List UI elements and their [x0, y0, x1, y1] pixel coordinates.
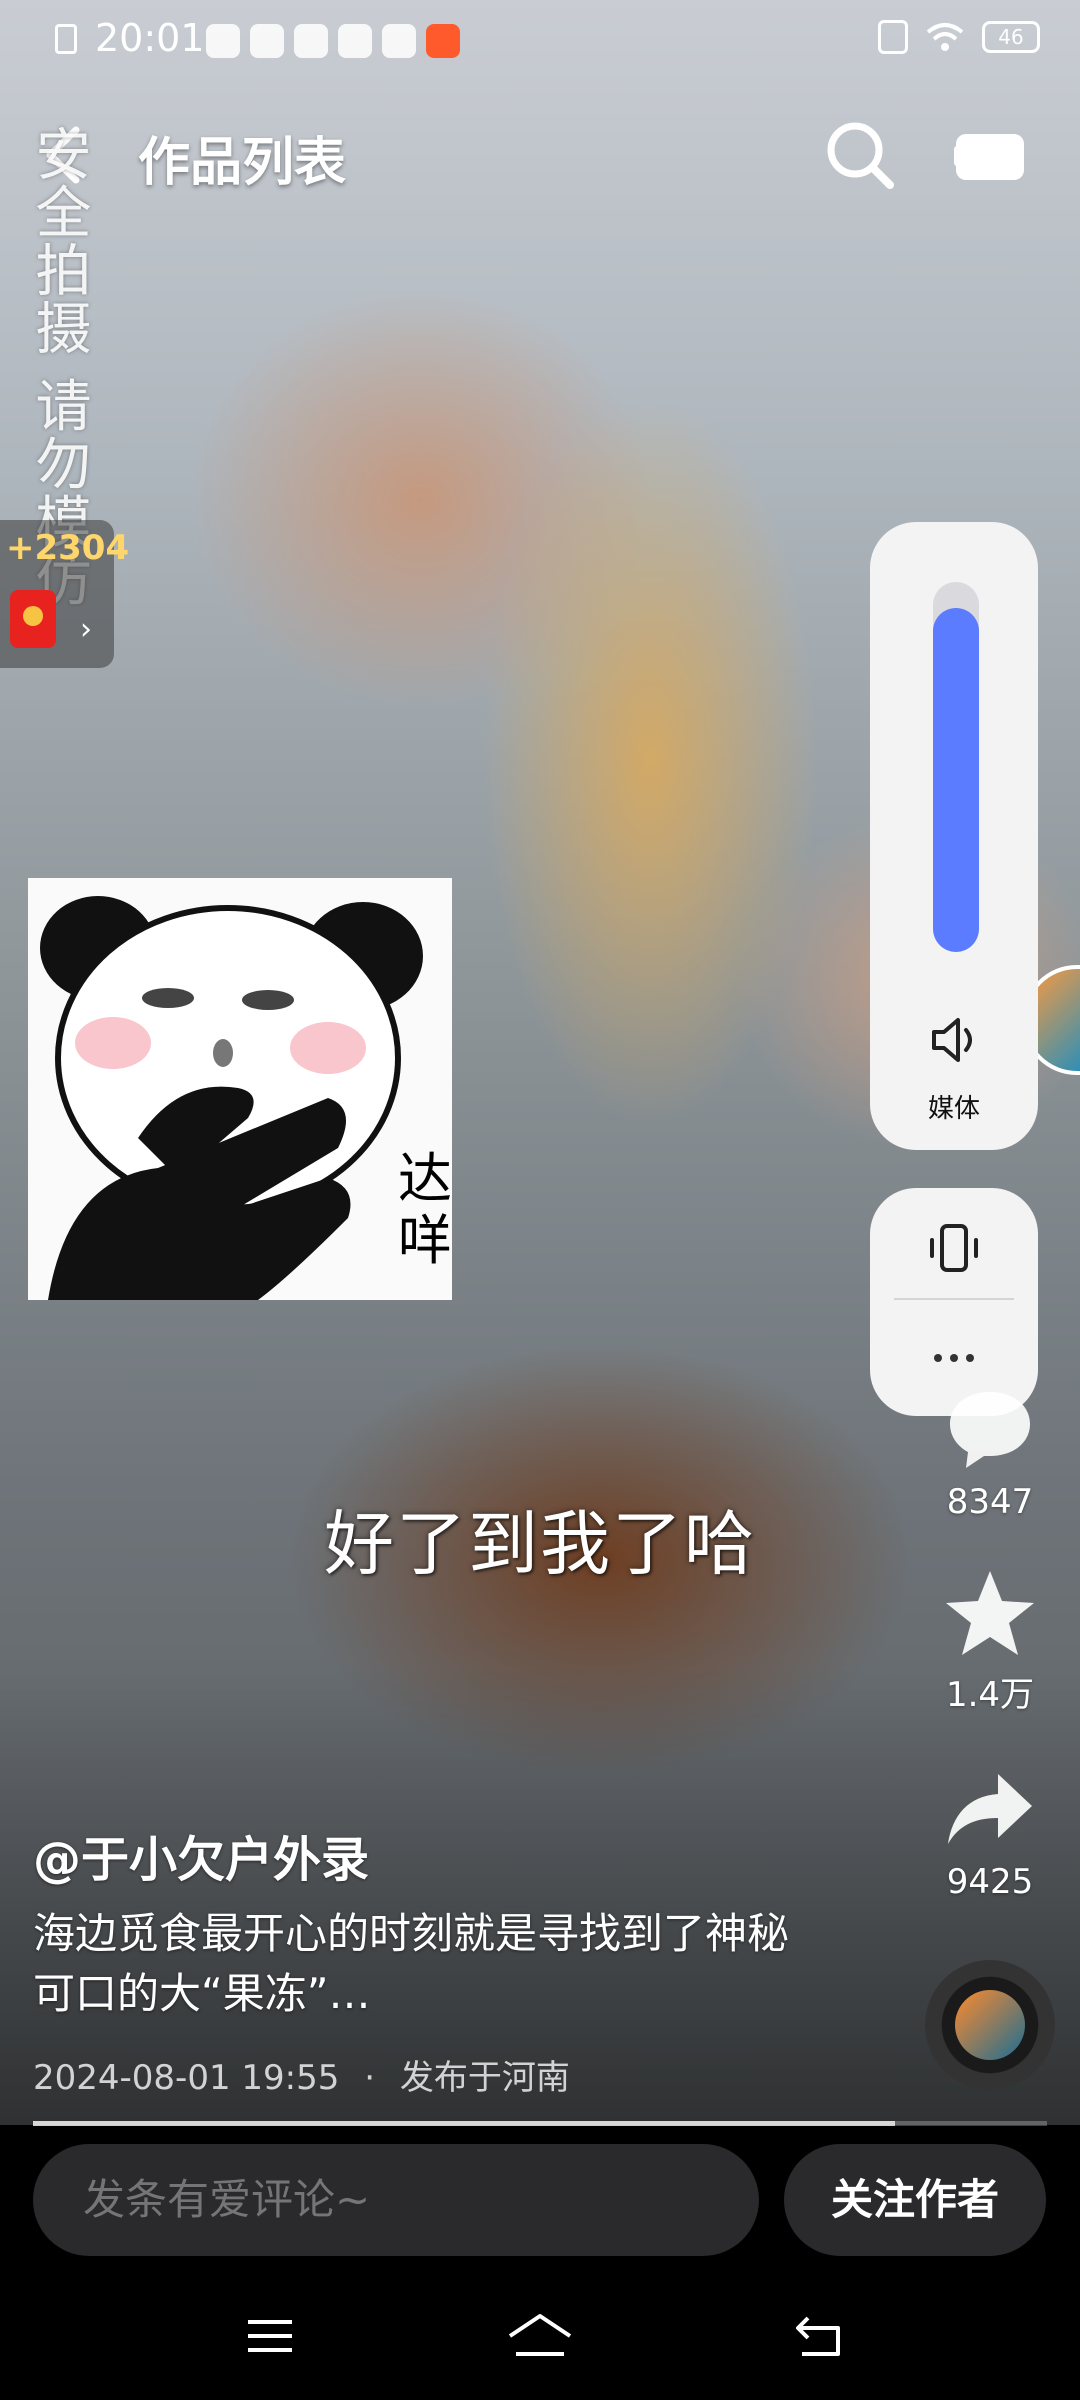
game-app-icon	[250, 24, 284, 58]
more-options-icon[interactable]	[924, 1328, 984, 1388]
redpacket-icon	[10, 590, 56, 648]
top-nav: 作品列表	[0, 100, 1080, 210]
music-disc[interactable]	[925, 1960, 1055, 2090]
chevron-right-icon: ›	[80, 612, 92, 647]
search-icon[interactable]	[820, 115, 900, 195]
system-nav-bar	[0, 2286, 1080, 2386]
leaf-app-icon	[338, 24, 372, 58]
home-icon[interactable]	[504, 2306, 576, 2366]
post-meta: 2024-08-01 19:55 · 发布于河南	[33, 2050, 570, 2099]
music-cover	[955, 1990, 1025, 2060]
panda-sticker: 达咩	[28, 878, 452, 1300]
page-title: 作品列表	[138, 133, 347, 193]
status-indicators: 46	[878, 20, 1040, 54]
sticker-caption: 达咩	[398, 1147, 452, 1272]
share-icon	[948, 1774, 1032, 1844]
panda-face-image	[28, 878, 452, 1300]
menu-icon[interactable]	[240, 2306, 300, 2366]
post-location: 发布于河南	[399, 2058, 570, 2098]
redpacket-widget[interactable]: +2304 ›	[0, 520, 129, 668]
volume-slider-fill	[933, 607, 979, 952]
sim-icon	[55, 24, 77, 54]
video-subtitle: 好了到我了哈	[324, 1503, 756, 1585]
comment-icon	[950, 1392, 1030, 1468]
camera-icon[interactable]	[950, 122, 1030, 188]
share-count: 9425	[946, 1862, 1034, 1902]
video-app-icon	[382, 24, 416, 58]
meta-separator: ·	[364, 2058, 376, 2098]
kuaishou-icon	[426, 24, 460, 58]
volume-stream-label: 媒体	[927, 1094, 980, 1124]
book-app-icon	[294, 24, 328, 58]
author-name[interactable]: @于小欠户外录	[33, 1820, 369, 1890]
favorite-count: 1.4万	[945, 1675, 1035, 1715]
wechat-icon	[206, 24, 240, 58]
status-time: 20:01	[95, 16, 205, 60]
share-action[interactable]: 9425	[920, 1760, 1060, 1902]
volume-slider[interactable]	[933, 582, 979, 952]
status-bar: 20:01 46	[0, 0, 1080, 84]
follow-button[interactable]: 关注作者	[784, 2144, 1046, 2256]
post-date: 2024-08-01 19:55	[33, 2058, 340, 2098]
post-description[interactable]: 海边觅食最开心的时刻就是寻找到了神秘可口的大“果冻”…	[33, 1904, 793, 2024]
comment-input[interactable]	[33, 2144, 759, 2256]
redpacket-count: +2304	[6, 528, 130, 568]
vibrate-icon[interactable]	[924, 1218, 984, 1278]
vibrate-status-icon	[878, 20, 908, 54]
wifi-icon	[926, 23, 964, 51]
speaker-icon[interactable]	[926, 1012, 982, 1068]
panel-divider	[894, 1298, 1014, 1300]
battery-icon: 46	[982, 21, 1040, 53]
volume-panel: 媒体	[870, 522, 1038, 1150]
back-nav-icon[interactable]	[790, 2306, 850, 2366]
